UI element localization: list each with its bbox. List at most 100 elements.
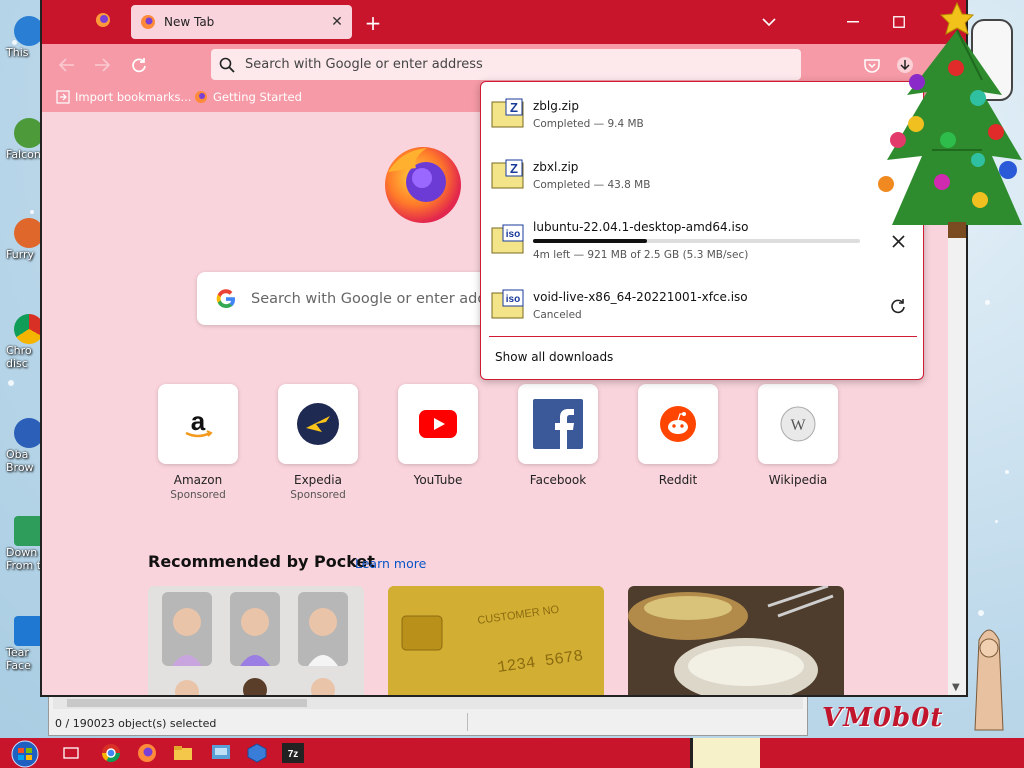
amazon-icon: a [158, 384, 238, 464]
bookmark-getting-started[interactable]: Getting Started [194, 90, 302, 104]
virtualbox-icon[interactable] [244, 741, 270, 765]
svg-text:iso: iso [506, 294, 520, 305]
search-placeholder: Search with Google or enter address [251, 290, 517, 307]
scrollbar-thumb[interactable] [67, 699, 307, 707]
desktop-icon-label: Face [6, 659, 31, 672]
bookmark-import[interactable]: Import bookmarks... [56, 90, 191, 104]
desktop-icon-obama[interactable]: Oba Brow [0, 418, 44, 474]
download-progress-bar [533, 239, 860, 243]
top-site-youtube[interactable]: YouTube [398, 384, 478, 487]
firefox-icon [195, 91, 207, 103]
list-all-tabs-icon[interactable] [754, 8, 784, 36]
desktop-icon-label: Tear [6, 646, 29, 659]
desktop-icon-label: Chro [6, 344, 32, 357]
facebook-icon [518, 384, 598, 464]
desktop-icon-download[interactable]: Down From t [0, 516, 44, 572]
download-item[interactable]: Z zblg.zip Completed — 9.4 MB [481, 90, 923, 152]
downloads-panel: Z zblg.zip Completed — 9.4 MB Z zbxl.zip… [480, 81, 924, 380]
download-filename: void-live-x86_64-20221001-xfce.iso [533, 290, 748, 304]
download-item[interactable]: iso void-live-x86_64-20221001-xfce.iso C… [481, 279, 923, 341]
svg-text:Z: Z [510, 100, 518, 115]
taskbar: 7z [0, 738, 1024, 768]
firefox-taskbar-icon[interactable] [134, 741, 160, 765]
desktop-icon-falcon[interactable]: Falcon [0, 118, 44, 161]
explorer-window: 0 / 190023 object(s) selected [48, 694, 808, 736]
scroll-down-arrow-icon[interactable]: ▼ [952, 682, 960, 693]
desktop-icon-this-pc[interactable]: This [0, 16, 44, 59]
divider [489, 336, 917, 337]
pocket-learn-more-link[interactable]: Learn more [355, 556, 426, 571]
download-item[interactable]: Z zbxl.zip Completed — 43.8 MB [481, 151, 923, 213]
firefox-icon [141, 15, 155, 29]
control-panel-icon[interactable] [208, 741, 234, 765]
desktop-icon-label: From t [6, 559, 42, 572]
reddit-icon [638, 384, 718, 464]
top-site-facebook[interactable]: Facebook [518, 384, 598, 487]
download-item[interactable]: iso lubuntu-22.04.1-desktop-amd64.iso 4m… [481, 212, 923, 274]
card-image: CUSTOMER NO 1234 5678 [388, 586, 604, 695]
7zip-icon[interactable]: 7z [282, 743, 304, 763]
desktop-icon-tear[interactable]: Tear Face [0, 616, 44, 672]
expedia-icon [278, 384, 358, 464]
taskbar-decoration [690, 738, 760, 768]
forward-button[interactable] [89, 52, 115, 78]
top-site-label: YouTube [413, 473, 463, 487]
search-icon [219, 57, 235, 73]
svg-text:iso: iso [506, 229, 520, 240]
iso-file-icon: iso [491, 224, 524, 254]
pocket-card-1[interactable] [148, 586, 364, 695]
horizontal-scrollbar[interactable] [53, 697, 803, 709]
desktop-icon-label: Brow [6, 461, 34, 474]
close-tab-icon[interactable]: ✕ [324, 9, 350, 35]
tab-title: New Tab [164, 15, 215, 29]
desktop-icon-label: Falcon [6, 148, 41, 161]
download-progress-fill [533, 239, 648, 243]
card-image [628, 586, 844, 695]
desktop-icon-furry[interactable]: Furry [0, 218, 44, 261]
show-all-downloads-button[interactable]: Show all downloads [495, 350, 613, 364]
sponsored-label: Sponsored [290, 489, 346, 501]
top-site-label: Amazon [173, 473, 223, 487]
tab-new-tab[interactable]: New Tab ✕ [131, 5, 352, 39]
iso-file-icon: iso [491, 289, 524, 319]
top-site-wikipedia[interactable]: W Wikipedia [758, 384, 838, 487]
back-button[interactable] [54, 52, 80, 78]
desktop-icon-label: This [6, 46, 29, 59]
firefox-logo [385, 147, 461, 223]
url-input[interactable] [245, 57, 785, 72]
firefox-view-icon[interactable] [94, 11, 112, 29]
desktop-icon-chrome[interactable]: Chro disc [0, 314, 44, 370]
download-status: 4m left — 921 MB of 2.5 GB (5.3 MB/sec) [533, 249, 749, 261]
new-tab-button[interactable]: + [360, 10, 386, 36]
top-site-reddit[interactable]: Reddit [638, 384, 718, 487]
address-bar[interactable] [211, 49, 801, 80]
card-image [148, 586, 364, 695]
pocket-card-3[interactable] [628, 586, 844, 695]
svg-text:7z: 7z [288, 749, 299, 760]
top-site-expedia[interactable]: Expedia Sponsored [278, 384, 358, 501]
top-site-label: Facebook [529, 473, 587, 487]
navigation-toolbar [42, 44, 966, 86]
start-button[interactable] [6, 740, 44, 768]
top-site-amazon[interactable]: a Amazon Sponsored [158, 384, 238, 501]
desktop-icon-label: disc [6, 357, 28, 370]
zip-file-icon: Z [491, 98, 524, 128]
retry-download-button[interactable] [885, 293, 911, 319]
desktop-icon-label: Down [6, 546, 38, 559]
youtube-icon [398, 384, 478, 464]
christmas-tree-decoration [878, 1, 1022, 238]
status-text: 0 / 190023 object(s) selected [55, 717, 217, 730]
bookmark-label: Import bookmarks... [75, 90, 192, 104]
firefox-window: New Tab ✕ + Search with Google or enter … [40, 0, 968, 697]
file-explorer-icon[interactable] [170, 741, 196, 765]
desktop-icon-label: Furry [6, 248, 35, 261]
top-site-label: Wikipedia [768, 473, 828, 487]
sponsored-label: Sponsored [170, 489, 226, 501]
chrome-taskbar-icon[interactable] [98, 741, 124, 765]
pocket-heading: Recommended by Pocket [148, 552, 375, 571]
task-view-icon[interactable] [58, 741, 84, 765]
svg-text:Z: Z [510, 161, 518, 176]
svg-text:a: a [191, 406, 206, 436]
pocket-card-2[interactable]: CUSTOMER NO 1234 5678 [388, 586, 604, 695]
reload-button[interactable] [126, 52, 152, 78]
